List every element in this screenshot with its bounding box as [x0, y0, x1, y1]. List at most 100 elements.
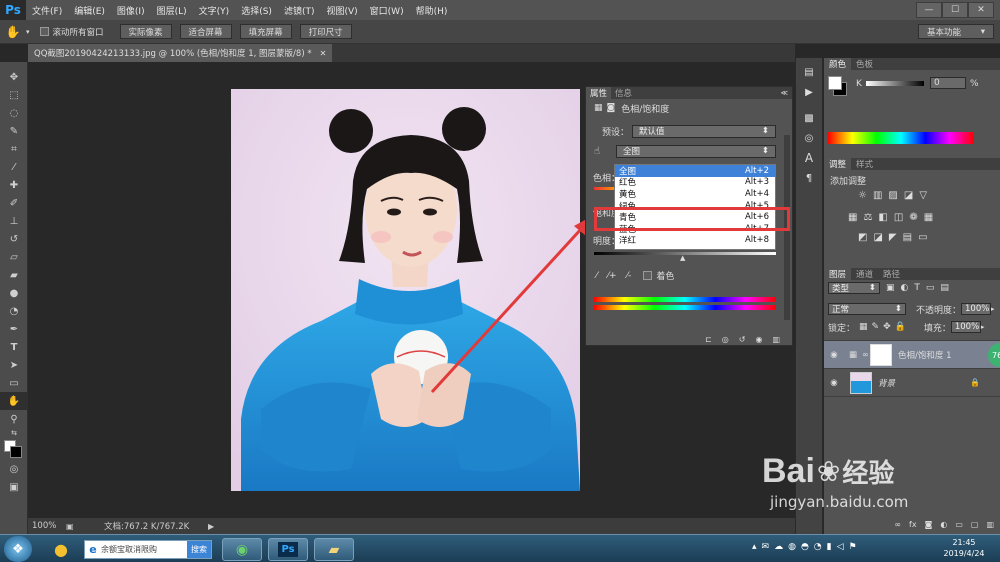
- clone-source-icon[interactable]: ◎: [796, 128, 822, 148]
- photo-filter-icon[interactable]: ◫: [894, 212, 903, 223]
- brush-panel-icon[interactable]: ▩: [796, 108, 822, 128]
- tab-channels[interactable]: 通道: [851, 268, 878, 280]
- chain-link-icon[interactable]: ∞: [862, 350, 870, 359]
- eyedropper-icon[interactable]: ⁄: [596, 271, 598, 281]
- history-panel-icon[interactable]: ▤: [796, 62, 822, 82]
- brightness-icon[interactable]: ☼: [858, 190, 867, 201]
- lookup-icon[interactable]: ▦: [924, 212, 933, 223]
- tab-layers[interactable]: 图层: [824, 268, 852, 280]
- tray-mail-icon[interactable]: ✉: [762, 542, 770, 552]
- tray-cloud-icon[interactable]: ☁: [774, 542, 783, 552]
- baidu-watermark: Bai ❀ 经验 jingyan.baidu.com: [762, 452, 1000, 542]
- layer-row-hue-saturation[interactable]: ◉ ▦ ∞ 色相/饱和度 1: [824, 341, 1000, 369]
- tab-paths[interactable]: 路径: [878, 268, 905, 280]
- vibrance-icon[interactable]: ▽: [919, 190, 927, 201]
- opacity-input[interactable]: 100%: [961, 303, 992, 315]
- eye-visibility-icon[interactable]: ◉: [824, 378, 844, 388]
- tray-volume-icon[interactable]: ◁: [837, 542, 844, 552]
- tab-properties[interactable]: 属性: [586, 87, 612, 99]
- levels-icon[interactable]: ▥: [873, 190, 882, 201]
- tray-flag-icon[interactable]: ⚑: [849, 542, 857, 552]
- tab-styles[interactable]: 样式: [851, 158, 878, 170]
- mask-icon[interactable]: ◙: [607, 103, 616, 113]
- lightness-thumb-icon[interactable]: ▲: [680, 254, 685, 262]
- eyedropper-plus-icon[interactable]: ⁄+: [608, 271, 617, 281]
- view-previous-icon[interactable]: ◎: [722, 335, 729, 344]
- lock-all-icon[interactable]: 🔒: [895, 322, 906, 332]
- layer-name: 背景: [878, 378, 896, 389]
- reset-icon[interactable]: ↺: [739, 335, 746, 344]
- selective-color-icon[interactable]: ▤: [903, 232, 912, 243]
- lock-transparent-icon[interactable]: ▦: [859, 322, 868, 332]
- tab-swatches[interactable]: 色板: [851, 58, 878, 70]
- actions-panel-icon[interactable]: ▶: [796, 82, 822, 102]
- blend-mode-select[interactable]: 正常 ⬍: [828, 303, 906, 315]
- hue-sat-icon[interactable]: ▦: [848, 212, 857, 223]
- tray-expand-icon[interactable]: ▴: [752, 542, 757, 552]
- tray-qq-icon[interactable]: ◓: [801, 542, 809, 552]
- eyedropper-minus-icon[interactable]: ⁄-: [627, 271, 632, 281]
- channel-option-yellows[interactable]: 黄色 Alt+4: [615, 188, 775, 200]
- channel-option-magentas[interactable]: 洋红 Alt+8: [615, 235, 775, 246]
- doc-info-icon[interactable]: ▣: [66, 522, 80, 531]
- foreground-color-swatch[interactable]: [828, 76, 842, 90]
- ie-search-box[interactable]: e 余额宝取消限购 搜索: [84, 540, 212, 559]
- channel-mixer-icon[interactable]: ❁: [909, 212, 917, 223]
- gradient-map-icon[interactable]: ▭: [918, 232, 927, 243]
- zoom-level[interactable]: 100%: [28, 521, 66, 531]
- invert-icon[interactable]: ◩: [858, 232, 867, 243]
- layer-mask-thumbnail[interactable]: [870, 343, 892, 366]
- tray-network-icon[interactable]: ▮: [827, 542, 832, 552]
- tray-chat-icon[interactable]: ◍: [788, 542, 796, 552]
- status-menu-icon[interactable]: ▶: [208, 522, 214, 531]
- channel-select[interactable]: 全图 ⬍: [616, 144, 776, 158]
- fill-arrow-icon[interactable]: ▸: [981, 323, 985, 331]
- k-value-input[interactable]: 0: [930, 77, 966, 89]
- lock-paint-icon[interactable]: ✎: [872, 322, 880, 332]
- toggle-visibility-icon[interactable]: ◉: [755, 335, 762, 344]
- layer-row-background[interactable]: ◉ 背景 🔒: [824, 369, 1000, 397]
- channel-option-master[interactable]: 全图 Alt+2: [615, 165, 775, 177]
- paragraph-panel-icon[interactable]: ¶: [796, 168, 822, 188]
- posterize-icon[interactable]: ◪: [873, 232, 882, 243]
- tab-adjustments[interactable]: 调整: [824, 158, 852, 170]
- filter-shape-icon[interactable]: ▭: [926, 283, 935, 293]
- color-spectrum-ramp[interactable]: [828, 132, 974, 144]
- fill-input[interactable]: 100%: [950, 321, 981, 333]
- exposure-icon[interactable]: ◪: [904, 190, 913, 201]
- tab-color[interactable]: 颜色: [824, 58, 852, 70]
- tencent-app-icon[interactable]: ●: [48, 538, 74, 560]
- eye-visibility-icon[interactable]: ◉: [824, 350, 844, 360]
- tray-security-icon[interactable]: ◔: [814, 542, 822, 552]
- clip-to-layer-icon[interactable]: ⊏: [705, 335, 712, 344]
- opacity-arrow-icon[interactable]: ▸: [991, 305, 995, 313]
- start-button[interactable]: ❖: [4, 536, 32, 562]
- bw-icon[interactable]: ◧: [878, 212, 887, 223]
- fill-label: 填充：: [923, 323, 951, 334]
- delete-icon[interactable]: ▥: [772, 335, 780, 344]
- channel-option-reds[interactable]: 红色 Alt+3: [615, 177, 775, 188]
- search-button[interactable]: 搜索: [187, 541, 211, 558]
- colorize-checkbox[interactable]: [643, 271, 653, 280]
- taskbar-360-browser[interactable]: ◉: [222, 538, 262, 561]
- character-panel-icon[interactable]: A: [796, 148, 822, 168]
- lock-icon: 🔒: [970, 378, 980, 387]
- preset-select[interactable]: 默认值 ⬍: [632, 124, 776, 138]
- watermark-url: jingyan.baidu.com: [770, 493, 909, 511]
- layer-filter-select[interactable]: 类型 ⬍: [828, 282, 880, 294]
- collapse-panel-icon[interactable]: ≪: [781, 89, 788, 97]
- filter-type-icon[interactable]: T: [914, 283, 920, 293]
- balance-icon[interactable]: ⚖: [863, 212, 872, 223]
- targeted-adjust-hand-icon[interactable]: ☝: [594, 146, 616, 157]
- clock[interactable]: 21:45 2019/4/24: [936, 537, 992, 559]
- filter-pixel-icon[interactable]: ▣: [886, 283, 895, 293]
- curves-icon[interactable]: ▨: [888, 190, 897, 201]
- taskbar-photoshop[interactable]: Ps: [268, 538, 308, 561]
- filter-adjust-icon[interactable]: ◐: [901, 283, 909, 293]
- k-channel-slider[interactable]: [866, 81, 924, 86]
- taskbar-explorer[interactable]: ▰: [314, 538, 354, 561]
- lock-position-icon[interactable]: ✥: [883, 322, 891, 332]
- tab-info[interactable]: 信息: [611, 87, 636, 99]
- threshold-icon[interactable]: ◤: [889, 232, 897, 243]
- filter-smart-icon[interactable]: ▤: [940, 283, 949, 293]
